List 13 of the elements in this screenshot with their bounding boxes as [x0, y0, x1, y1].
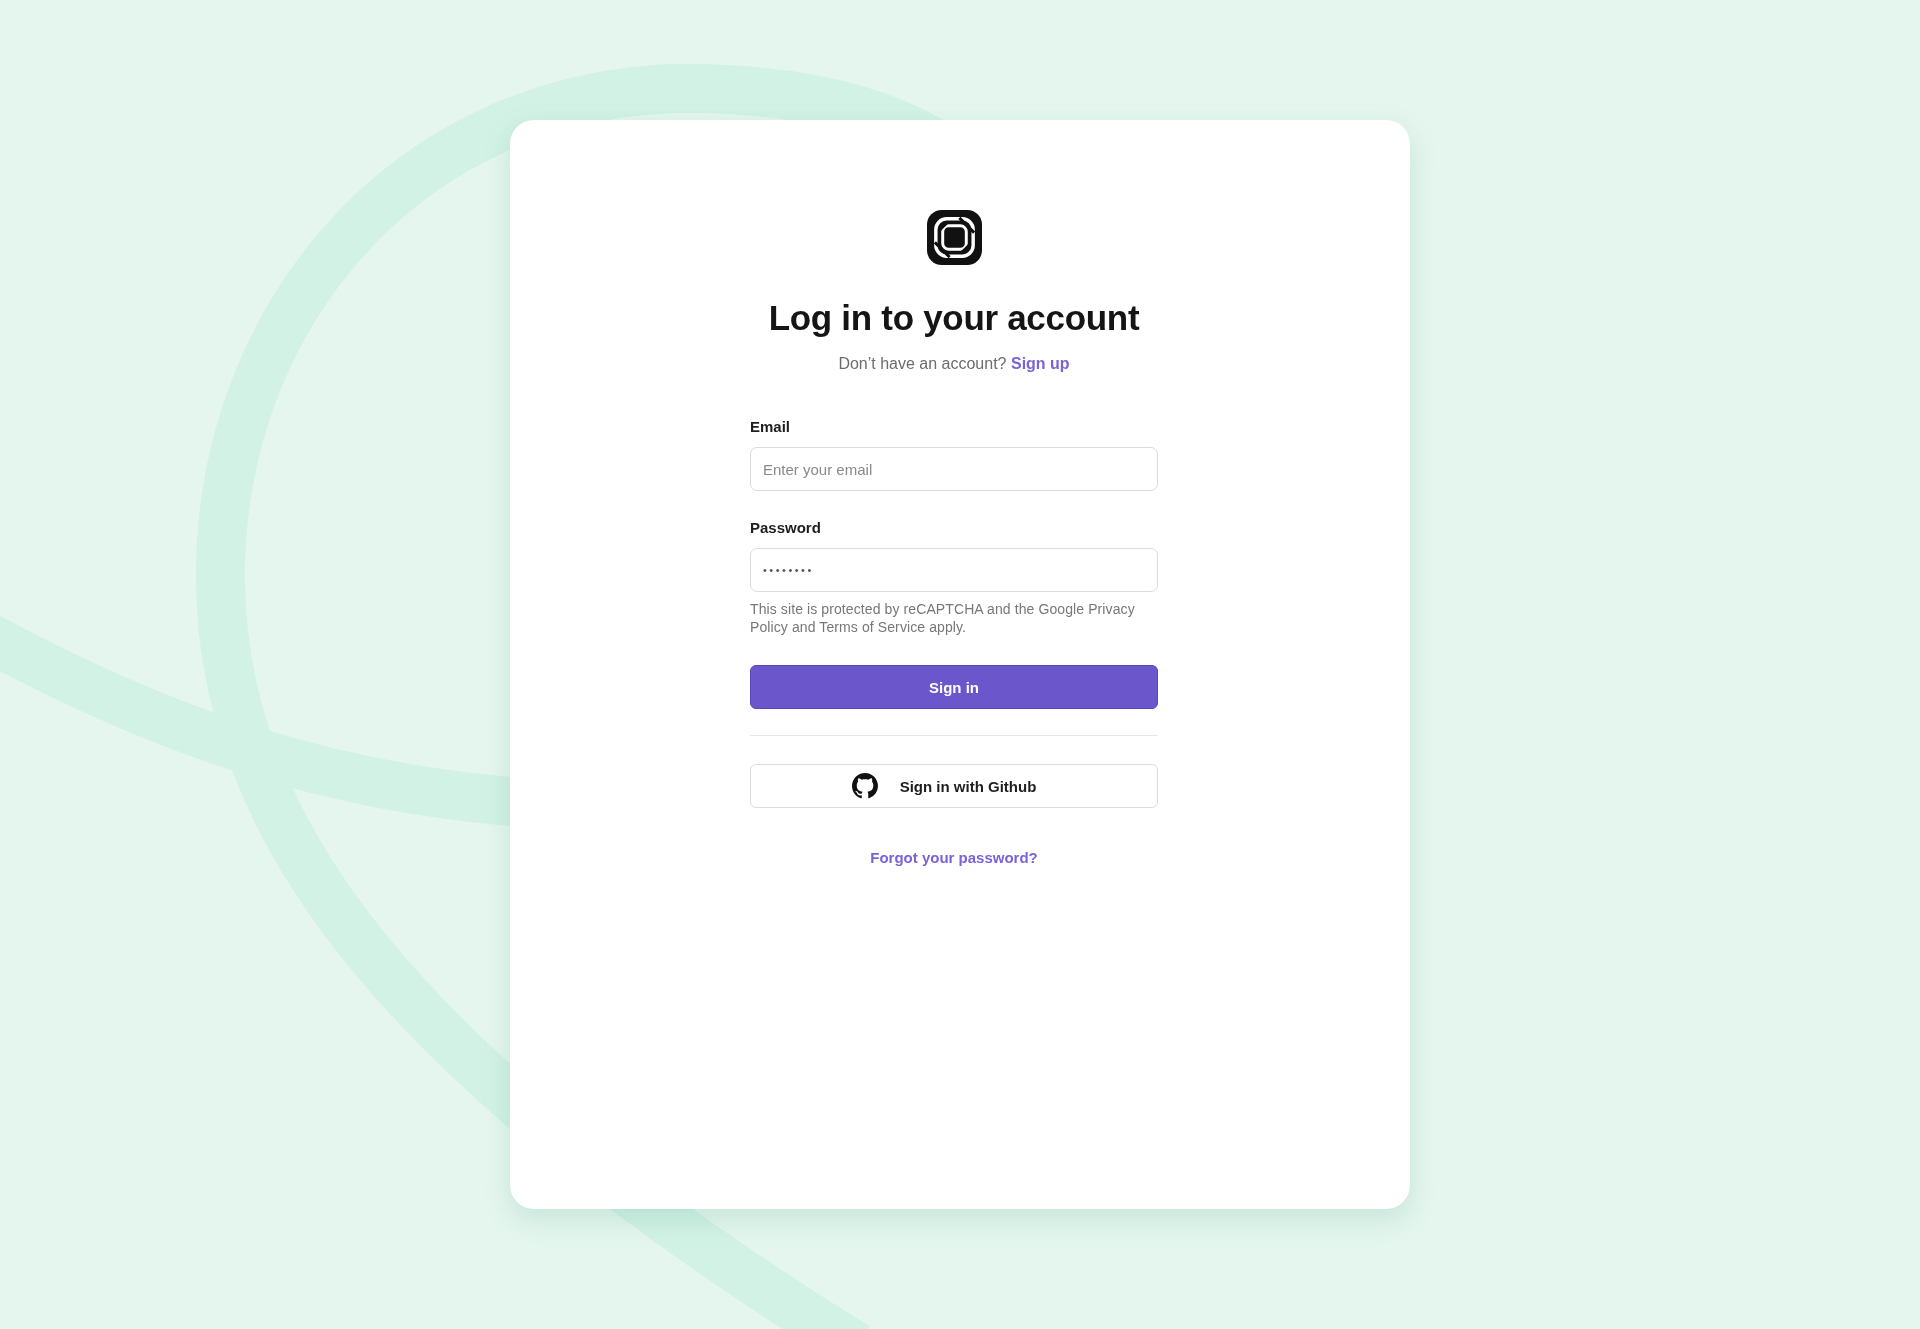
page-title: Log in to your account: [768, 297, 1140, 339]
logo-icon: [926, 210, 982, 265]
recaptcha-notice: This site is protected by reCAPTCHA and the Google Privacy Policy and Terms of Service apply.: [750, 600, 1136, 636]
signup-prompt: Don’t have an account? Sign up: [838, 354, 1070, 374]
input-field[interactable]: ••••••••: [750, 548, 1158, 592]
field-label: Password: [750, 518, 821, 538]
input-field[interactable]: Enter your email: [750, 447, 1158, 491]
github-icon: [851, 773, 878, 799]
sign-in-button[interactable]: Sign in: [750, 665, 1158, 709]
forgot-password-link[interactable]: Forgot your password?: [870, 848, 1038, 868]
github-sign-in-button[interactable]: Sign in with Github: [750, 764, 1158, 808]
field-label: Email: [750, 417, 791, 437]
signup-link[interactable]: Sign up: [1010, 355, 1070, 372]
